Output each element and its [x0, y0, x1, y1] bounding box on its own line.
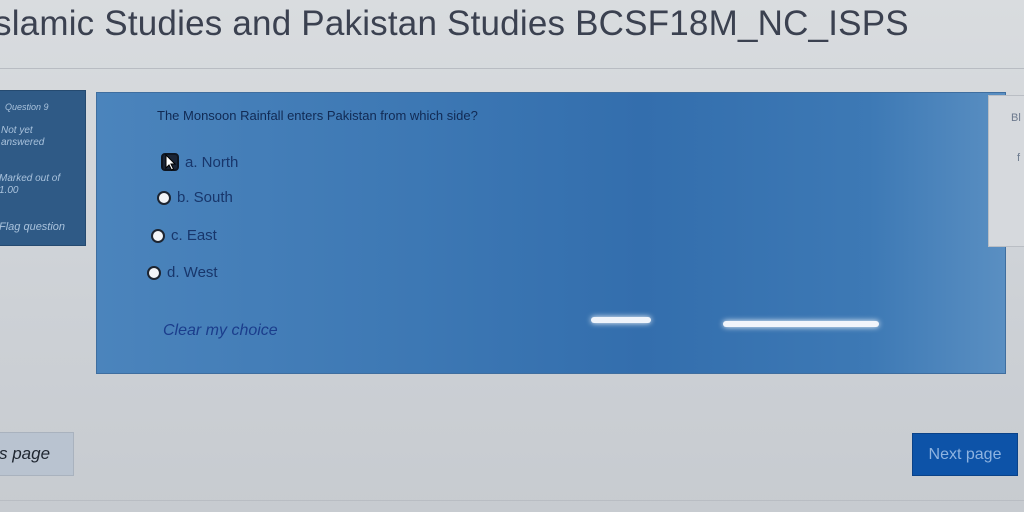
option-north-label: a. North [185, 153, 239, 171]
question-number: Question 9 [5, 102, 49, 112]
flag-question-link[interactable]: Flag question [0, 221, 65, 233]
option-west-label: d. West [167, 264, 218, 281]
option-east[interactable]: c. East [151, 227, 217, 244]
previous-page-button[interactable]: s page [0, 432, 74, 476]
question-text: The Monsoon Rainfall enters Pakistan fro… [157, 108, 478, 123]
radio-west[interactable] [147, 265, 161, 280]
course-title: slamic Studies and Pakistan Studies BCSF… [0, 4, 909, 43]
radio-north[interactable] [161, 153, 179, 171]
title-divider [0, 68, 1024, 69]
quiz-navigation-block: Bl f [988, 95, 1024, 247]
quiz-page: slamic Studies and Pakistan Studies BCSF… [0, 0, 1024, 512]
option-south-label: b. South [177, 189, 233, 206]
question-panel: The Monsoon Rainfall enters Pakistan fro… [96, 92, 1006, 374]
footer-divider [0, 500, 1024, 501]
screen-glare [591, 317, 651, 323]
question-marks: Marked out of 1.00 [0, 173, 61, 196]
nav-block-text: f [1017, 152, 1021, 164]
question-info-box: Question 9 Not yet answered Marked out o… [0, 90, 86, 246]
option-south[interactable]: b. South [157, 189, 233, 206]
option-north[interactable]: a. North [161, 153, 238, 171]
mouse-cursor-icon [165, 153, 177, 175]
option-east-label: c. East [171, 227, 217, 244]
clear-choice-link[interactable]: Clear my choice [163, 322, 278, 340]
question-state: Not yet answered [1, 125, 45, 148]
option-west[interactable]: d. West [147, 264, 218, 281]
nav-block-title: Bl [1011, 112, 1021, 124]
radio-south[interactable] [157, 190, 171, 205]
next-page-button[interactable]: Next page [912, 433, 1018, 476]
screen-glare [723, 321, 879, 327]
radio-east[interactable] [151, 228, 165, 243]
